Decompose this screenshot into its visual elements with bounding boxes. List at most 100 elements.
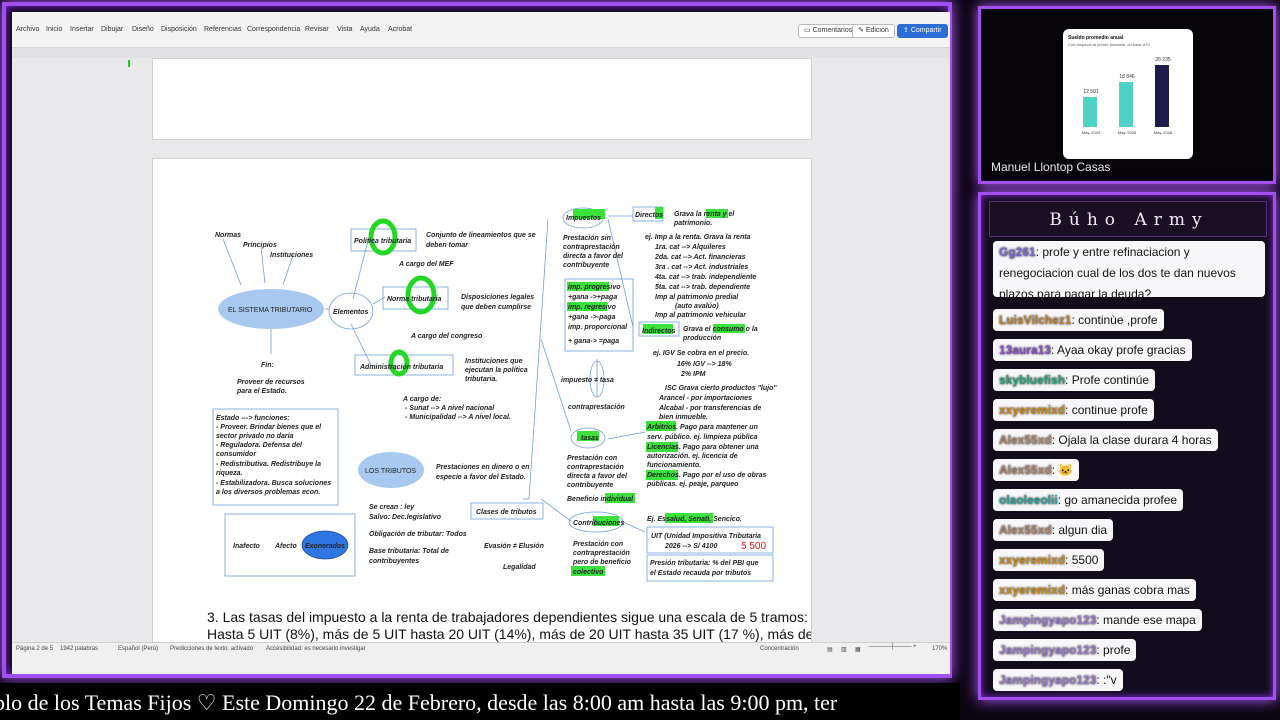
mm-arbitrios-line: públicas. ej. peaje, parqueo xyxy=(646,481,739,488)
status-predictions[interactable]: Predicciones de texto: activado xyxy=(170,646,253,652)
chat-username: Alex55xd xyxy=(999,523,1052,537)
menu-view[interactable]: Vista xyxy=(337,26,352,33)
status-accessibility[interactable]: Accesibilidad: es necesario investigar xyxy=(266,646,366,652)
mm-contrib-ej: Ej. Essalud, Senati, Sencico. xyxy=(647,516,742,523)
chat-message: Alex55xd: 🐱 xyxy=(993,459,1080,481)
mm-categoria-line: ej. Imp a la renta. Grava la renta xyxy=(645,234,751,241)
menu-insert[interactable]: Insertar xyxy=(70,26,94,33)
mm-tasas-desc: contribuyente xyxy=(567,482,613,489)
zoom-slider[interactable]: ─────┼──── + xyxy=(869,644,917,650)
menu-review[interactable]: Revisar xyxy=(305,26,329,33)
mm-principios: Principios xyxy=(243,242,277,249)
mm-arbitrios-line: serv. público. ej. limpieza pública xyxy=(647,434,758,441)
question-3: 3. Las tasas del impuesto a la renta de … xyxy=(207,609,812,643)
mm-imp-desc: contraprestación xyxy=(563,244,620,251)
menu-home[interactable]: Inicio xyxy=(46,26,62,33)
mm-arbitrios-line: funcionamiento. xyxy=(647,462,701,469)
comment-icon: ▭ xyxy=(804,27,813,34)
chat-username: Alex55xd xyxy=(999,433,1052,447)
menu-help[interactable]: Ayuda xyxy=(360,26,380,33)
mm-fin1: Proveer de recursos xyxy=(237,379,305,386)
mm-isc-line: bien inmueble. xyxy=(659,414,708,421)
mm-admin-desc1: Instituciones que xyxy=(465,358,523,365)
mm-tasas: tasas xyxy=(581,435,599,442)
mm-imp-desc: Prestación sin xyxy=(563,235,611,242)
mm-tributos-desc2: especie a favor del Estado. xyxy=(436,474,526,481)
document-window-frame: Archivo Inicio Insertar Dibujar Diseño D… xyxy=(2,2,952,678)
ruler[interactable] xyxy=(12,48,950,58)
share-icon: ⇪ xyxy=(903,27,911,34)
zoom-level[interactable]: 170% xyxy=(932,646,947,652)
web-layout-icon[interactable]: ▦ xyxy=(855,646,861,653)
mm-categorias: ej. Imp a la renta. Grava la renta 1ra. … xyxy=(645,234,756,319)
mm-progresivo-line: + gana-> =paga xyxy=(568,338,619,345)
chat-message: skybluefish: Profe continúe xyxy=(993,369,1156,391)
mm-impuesto-tasa: impuesto ≠ tasa xyxy=(561,377,614,384)
chat-message: LuisVilchez1: continùe ,profe xyxy=(993,309,1164,331)
comments-button[interactable]: ▭ Comentarios xyxy=(798,24,859,38)
print-layout-icon[interactable]: ▥ xyxy=(841,646,847,653)
question-3-line2: Hasta 5 UIT (8%), más de 5 UIT hasta 20 … xyxy=(207,626,812,642)
mm-estado-line: Estado ---> funciones: xyxy=(216,415,290,422)
mm-highlight-circle xyxy=(405,275,437,315)
mm-tasas-desc: Prestación con xyxy=(567,455,617,462)
chat-message: Alex55xd: algun dia xyxy=(993,519,1114,541)
menu-acrobat[interactable]: Acrobat xyxy=(388,26,412,33)
chat-text: : mande ese mapa xyxy=(1096,613,1196,627)
editing-button[interactable]: ✎ Edición xyxy=(852,24,895,38)
mm-isc-line: Alcabal - por transferencias de xyxy=(658,405,761,412)
menu-file[interactable]: Archivo xyxy=(16,26,39,33)
share-button[interactable]: ⇪ Compartir xyxy=(897,24,948,38)
mm-contraprestacion: contraprestación xyxy=(568,404,625,411)
status-language[interactable]: Español (Perú) xyxy=(118,646,158,652)
mm-admin-desc2: ejecutan la política xyxy=(465,367,528,374)
read-mode-icon[interactable]: ▤ xyxy=(827,646,833,653)
mm-presion1: Presión tributaria: % del PBI que xyxy=(650,560,759,567)
slide-bar-value: 26 235 xyxy=(1155,57,1171,63)
menu-draw[interactable]: Dibujar xyxy=(101,26,123,33)
chat-panel: Búho Army Gg261: profe y entre refinacia… xyxy=(978,192,1276,700)
mm-progresivo-line: +gana ->+paga xyxy=(568,294,617,301)
status-page[interactable]: Página 2 de 5 xyxy=(16,646,53,652)
menu-mailings[interactable]: Correspondencia xyxy=(247,26,300,33)
mm-norma-desc1: Disposiciones legales xyxy=(461,294,534,301)
chat-header: Búho Army xyxy=(989,201,1267,237)
mm-categoria-line: 2da. cat --> Act. financieras xyxy=(654,254,746,261)
chat-message: Jampingyapo123: :"v xyxy=(993,669,1123,691)
mm-progresivo-line: imp. proporcional xyxy=(568,324,628,331)
mm-arbitrios-line: Arbitrios. Pago para mantener un xyxy=(646,424,758,431)
chat-text: : Ayaa okay profe gracias xyxy=(1051,343,1186,357)
menu-layout[interactable]: Disposición xyxy=(161,26,197,33)
mm-instituciones: Instituciones xyxy=(270,252,313,259)
focus-mode[interactable]: Concentración xyxy=(760,646,799,652)
page-1[interactable] xyxy=(152,58,812,140)
chat-username: xxyeremixd xyxy=(999,553,1066,567)
slide-bar xyxy=(1119,82,1133,127)
page-2[interactable]: Normas Principios Instituciones EL SISTE… xyxy=(152,158,812,644)
chat-text: : continue profe xyxy=(1065,403,1148,417)
mm-estado-line: riqueza. xyxy=(216,470,243,477)
mm-contrib-desc: Prestación con xyxy=(573,541,623,548)
mm-imp-desc: contribuyente xyxy=(563,262,609,269)
chat-username: skybluefish xyxy=(999,373,1066,387)
chat-text: : algun dia xyxy=(1051,523,1108,537)
mm-inafecto: Inafecto xyxy=(233,543,261,550)
mm-fin2: para el Estado. xyxy=(236,388,287,395)
menu-design[interactable]: Diseño xyxy=(132,26,154,33)
mm-congreso: A cargo del congreso xyxy=(410,333,483,340)
mm-estado-line: - Proveer. Brindar bienes que el xyxy=(216,424,322,431)
mm-progresivo-line: +gana ->-paga xyxy=(568,314,616,321)
slide-bar-value: 12 501 xyxy=(1083,89,1099,95)
status-words[interactable]: 1942 palabras xyxy=(60,646,98,652)
mm-directos-desc1: Grava la renta y el xyxy=(674,211,735,218)
menu-references[interactable]: Referencias xyxy=(204,26,241,33)
mm-estado-line: - Estabilizadora. Busca soluciones xyxy=(216,480,331,487)
mm-elementos: Elementos xyxy=(333,309,369,316)
presenter-name: Manuel Llontop Casas xyxy=(991,160,1111,174)
chat-username: Gg261 xyxy=(999,245,1036,259)
stream-overlay: Archivo Inicio Insertar Dibujar Diseño D… xyxy=(0,0,1280,720)
webcam-panel: Sueldo promedio anual Con respecto al pr… xyxy=(978,6,1276,184)
mm-contrib-desc: pero de beneficio xyxy=(572,559,632,566)
share-label: Compartir xyxy=(910,27,942,34)
chat-message: Jampingyapo123: profe xyxy=(993,639,1137,661)
